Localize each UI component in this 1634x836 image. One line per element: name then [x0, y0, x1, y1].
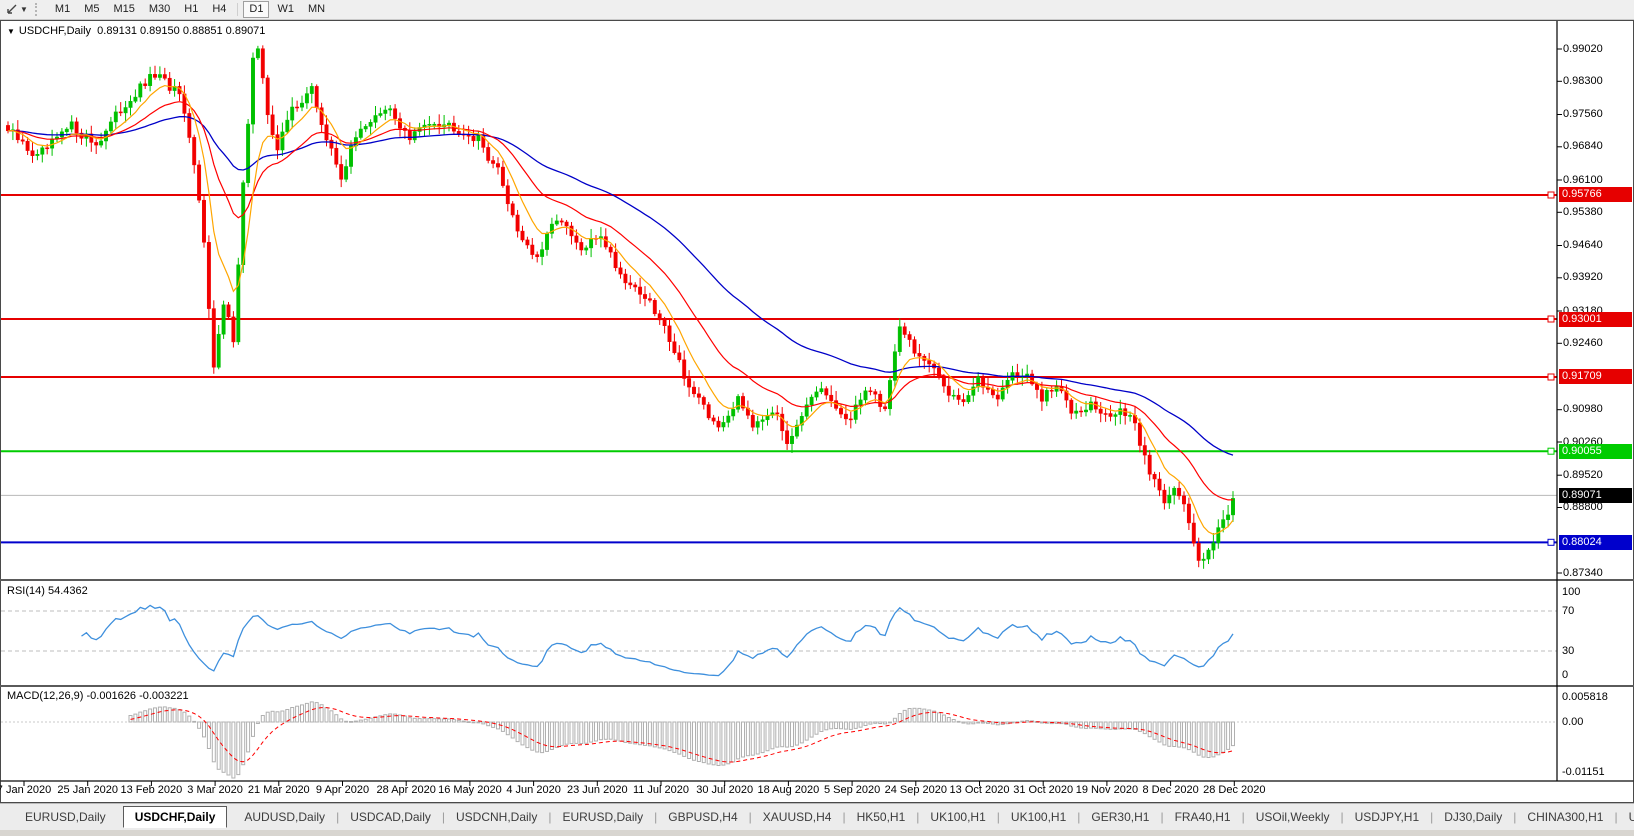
- chart-tab-usdcnh-daily[interactable]: USDCNH,Daily: [445, 807, 548, 827]
- collapse-icon[interactable]: ▼: [7, 27, 15, 36]
- price-tick-label: 0.96840: [1563, 140, 1603, 153]
- date-label: 7 Jan 2020: [0, 784, 52, 796]
- date-label: 4 Jun 2020: [506, 784, 561, 796]
- current-price-badge: 0.89071: [1559, 487, 1632, 503]
- chart-tab-usdchf-daily[interactable]: USDCHF,Daily: [122, 806, 228, 828]
- date-label: 28 Apr 2020: [376, 784, 436, 796]
- chart-tab-usoil-[interactable]: USOil,: [1618, 807, 1634, 827]
- date-label: 8 Dec 2020: [1142, 784, 1199, 796]
- chart-tab-usdjpy-h1[interactable]: USDJPY,H1: [1344, 807, 1430, 827]
- timeframe-button-m30[interactable]: M30: [143, 1, 176, 18]
- date-label: 24 Sep 2020: [884, 784, 947, 796]
- date-label: 30 Jul 2020: [696, 784, 754, 796]
- price-tick-label: 0.89520: [1563, 468, 1603, 481]
- ohlc-low: 0.88851: [182, 25, 223, 37]
- date-label: 31 Oct 2020: [1013, 784, 1074, 796]
- price-tick-label: 0.94640: [1563, 239, 1603, 251]
- date-label: 28 Dec 2020: [1203, 784, 1266, 796]
- price-line-badge: 0.88024: [1559, 534, 1632, 550]
- date-label: 19 Nov 2020: [1075, 784, 1139, 796]
- timeframe-button-d1[interactable]: D1: [243, 1, 270, 18]
- chart-tab-usoil-weekly[interactable]: USOil,Weekly: [1245, 807, 1341, 827]
- price-tick-label: 0.97560: [1563, 108, 1603, 120]
- chart-tab-eurusd-daily[interactable]: EURUSD,Daily: [551, 807, 654, 827]
- ohlc-high: 0.89150: [140, 25, 180, 37]
- timeframe-button-h1[interactable]: H1: [178, 1, 204, 18]
- cursor-tool-icon[interactable]: [2, 2, 20, 17]
- timeframe-button-h4[interactable]: H4: [206, 1, 232, 18]
- status-strip: [0, 830, 1634, 836]
- price-tick-label: 0.99020: [1563, 42, 1603, 55]
- chart-title: ▼ USDCHF,Daily 0.89131 0.89150 0.88851 0.…: [7, 25, 265, 37]
- price-line-badge: 0.90055: [1559, 443, 1632, 459]
- price-tick-label: 0.98300: [1563, 74, 1603, 87]
- rsi-axis-label: 70: [1562, 604, 1575, 617]
- date-label: 9 Apr 2020: [315, 784, 370, 796]
- rsi-label: RSI(14) 54.4362: [7, 585, 88, 597]
- chart-tab-hk50-h1[interactable]: HK50,H1: [846, 807, 917, 827]
- toolbar-separator: [237, 3, 239, 16]
- price-tick-label: 0.87340: [1563, 566, 1603, 579]
- chart-tab-gbpusd-h4[interactable]: GBPUSD,H4: [657, 807, 748, 827]
- timeframe-button-mn[interactable]: MN: [302, 1, 331, 18]
- macd-signal-value: -0.003221: [139, 690, 189, 702]
- chart-tab-audusd-daily[interactable]: AUDUSD,Daily: [233, 807, 336, 827]
- cursor-tool-dropdown-icon[interactable]: ▼: [20, 5, 28, 14]
- mt4-window: ▼ M1 M5 M15 M30 H1 H4 D1 W1 MN ▼ USDCHF,Daily 0.8…: [0, 0, 1634, 836]
- price-tick-label: 0.92460: [1563, 336, 1603, 349]
- chart-canvas[interactable]: [0, 20, 1634, 836]
- timeframe-button-m15[interactable]: M15: [107, 1, 140, 18]
- price-tick-label: 0.90980: [1563, 403, 1603, 416]
- chart-tab-china300-h1[interactable]: CHINA300,H1: [1516, 807, 1614, 827]
- chart-tab-usdcad-daily[interactable]: USDCAD,Daily: [339, 807, 442, 827]
- date-label: 18 Aug 2020: [757, 784, 820, 796]
- chart-tab-eurusd-daily[interactable]: EURUSD,Daily: [14, 807, 117, 827]
- date-label: 3 Mar 2020: [187, 784, 243, 796]
- date-label: 25 Jan 2020: [57, 784, 118, 796]
- macd-value: -0.001626: [86, 690, 137, 702]
- chart-tab-dj30-daily[interactable]: DJ30,Daily: [1433, 807, 1513, 827]
- date-label: 11 Jul 2020: [632, 784, 690, 796]
- rsi-axis-label: 30: [1562, 644, 1575, 657]
- date-label: 13 Feb 2020: [120, 784, 183, 796]
- rsi-axis-label: 0: [1562, 668, 1569, 681]
- chart-symbol: USDCHF,Daily: [18, 25, 92, 37]
- macd-axis-label: -0.01151: [1562, 765, 1605, 778]
- timeframe-toolbar: ▼ M1 M5 M15 M30 H1 H4 D1 W1 MN: [0, 0, 1634, 20]
- timeframe-button-w1[interactable]: W1: [271, 1, 300, 18]
- ohlc-close: 0.89071: [225, 25, 266, 37]
- ohlc-open: 0.89131: [97, 25, 137, 37]
- macd-axis-label: 0.00: [1562, 715, 1584, 728]
- chart-tab-ger30-h1[interactable]: GER30,H1: [1080, 807, 1160, 827]
- timeframe-button-m1[interactable]: M1: [49, 1, 76, 18]
- price-line-badge: 0.95766: [1559, 187, 1632, 203]
- chart-tab-xauusd-h4[interactable]: XAUUSD,H4: [752, 807, 843, 827]
- price-tick-label: 0.95380: [1563, 205, 1603, 218]
- price-line-badge: 0.93001: [1559, 311, 1632, 327]
- macd-label: MACD(12,26,9) -0.001626 -0.003221: [7, 690, 189, 702]
- date-label: 23 Jun 2020: [567, 784, 628, 796]
- rsi-value: 54.4362: [47, 585, 88, 597]
- date-label: 16 May 2020: [438, 784, 502, 796]
- rsi-axis-label: 100: [1562, 585, 1581, 598]
- chart-tab-uk100-h1[interactable]: UK100,H1: [1000, 807, 1077, 827]
- chart-tab-uk100-h1[interactable]: UK100,H1: [919, 807, 996, 827]
- price-line-badge: 0.91709: [1559, 369, 1632, 385]
- chart-tab-fra40-h1[interactable]: FRA40,H1: [1164, 807, 1242, 827]
- price-tick-label: 0.93920: [1563, 271, 1603, 284]
- price-tick-label: 0.96100: [1563, 173, 1603, 186]
- price-tick-label: 0.88800: [1563, 501, 1603, 513]
- date-label: 5 Sep 2020: [823, 784, 881, 796]
- timeframe-button-m5[interactable]: M5: [78, 1, 105, 18]
- macd-axis-label: 0.005818: [1562, 690, 1608, 703]
- toolbar-grip[interactable]: [34, 3, 42, 16]
- date-label: 21 Mar 2020: [247, 784, 310, 796]
- chart-tab-bar: EURUSD,Daily USDCHF,Daily AUDUSD,Daily | USD…: [0, 803, 1634, 830]
- date-label: 13 Oct 2020: [949, 784, 1010, 796]
